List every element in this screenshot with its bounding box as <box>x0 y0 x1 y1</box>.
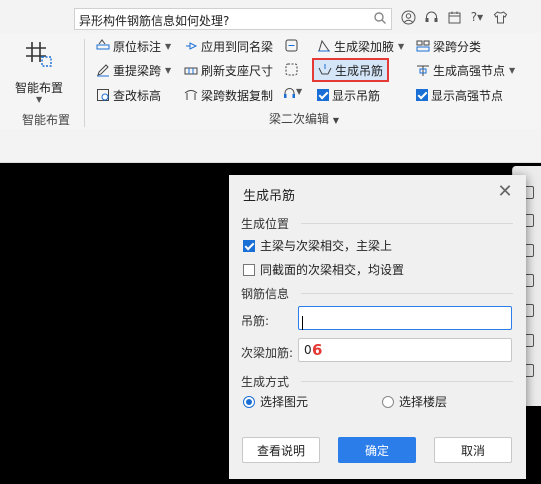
text-caret <box>302 316 303 330</box>
section-divider <box>301 293 513 294</box>
help-button[interactable]: 查看说明 <box>242 437 320 463</box>
span-classify-label: 梁跨分类 <box>433 39 482 54</box>
relift-span-button[interactable]: 重提梁跨 ▼ <box>96 60 171 80</box>
chevron-down-icon: ▼ <box>398 41 405 51</box>
refresh-icon <box>184 63 198 77</box>
close-icon[interactable]: ✕ <box>496 182 514 202</box>
apply-same-name-label: 应用到同名梁 <box>201 39 274 54</box>
opt-main-secondary[interactable]: 主梁与次梁相交，主梁上 <box>243 237 392 254</box>
refresh-support-label: 刷新支座尺寸 <box>201 63 274 78</box>
headset-tool-icon[interactable]: ▼ <box>283 87 302 103</box>
chevron-down-icon: ▼ <box>332 116 339 125</box>
show-high-node-label: 显示高强节点 <box>431 88 504 103</box>
help-search-text: 异形构件钢筋信息如何处理? <box>79 14 230 28</box>
section-divider <box>301 381 513 382</box>
elevation-icon <box>96 88 110 102</box>
show-hanger-toggle[interactable]: 显示吊筋 <box>317 85 380 105</box>
select-element-radio[interactable] <box>243 395 255 408</box>
apply-same-name-button[interactable]: 应用到同名梁 <box>184 36 273 56</box>
radio-select-element[interactable]: 选择图元 <box>243 393 308 410</box>
radio-select-element-label: 选择图元 <box>260 395 309 409</box>
ribbon-divider <box>84 39 85 127</box>
dotted-frame-icon[interactable] <box>285 63 298 79</box>
chevron-down-icon: ▼ <box>509 65 516 75</box>
title-bar: 异形构件钢筋信息如何处理? ?▾ <box>0 0 541 33</box>
search-icon[interactable] <box>373 11 387 28</box>
high-node-icon <box>416 63 430 77</box>
chevron-down-icon: ▼ <box>165 41 172 51</box>
secondary-rebar-input[interactable] <box>298 338 512 362</box>
main-secondary-checkbox[interactable] <box>243 239 255 252</box>
same-section-checkbox[interactable] <box>243 263 255 276</box>
user-icon[interactable] <box>400 9 416 25</box>
gen-hanger-dialog: 生成吊筋 ✕ 生成位置 主梁与次梁相交，主梁上 同截面的次梁相交，均设置 钢筋信… <box>229 175 526 479</box>
pencil-icon <box>96 63 110 77</box>
gen-hanger-label: 生成吊筋 <box>335 63 384 78</box>
section-divider <box>301 223 513 224</box>
ok-button[interactable]: 确定 <box>338 437 416 463</box>
help-dropdown-icon[interactable]: ?▾ <box>469 9 485 25</box>
position-section-title: 生成位置 <box>241 217 290 231</box>
smart-layout-button[interactable]: 智能布置 ▼ <box>8 35 70 105</box>
beam-secondary-edit-group-label: 梁二次编辑 ▼ <box>269 112 339 126</box>
copy-span-icon <box>184 88 198 102</box>
radio-select-floor-label: 选择楼层 <box>399 395 448 409</box>
headset-icon[interactable] <box>423 9 439 25</box>
smart-layout-label: 智能布置 <box>14 81 63 95</box>
smart-layout-icon <box>24 39 54 72</box>
opt-same-section[interactable]: 同截面的次梁相交，均设置 <box>243 261 404 278</box>
gen-haunch-button[interactable]: 生成梁加腋 ▼ <box>317 36 404 56</box>
show-high-node-toggle[interactable]: 显示高强节点 <box>416 85 503 105</box>
check-elevation-button[interactable]: 查改标高 <box>96 85 161 105</box>
hanger-field-label: 吊筋: <box>241 314 270 328</box>
smart-layout-group-label: 智能布置 <box>22 113 71 127</box>
secondary-field-label: 次梁加筋: <box>241 346 294 360</box>
radio-select-floor[interactable]: 选择楼层 <box>382 393 447 410</box>
calendar-icon[interactable] <box>446 9 462 25</box>
shirt-icon[interactable] <box>492 9 508 25</box>
red-annotation: 6 <box>312 341 323 359</box>
show-hanger-label: 显示吊筋 <box>332 88 381 103</box>
dialog-title: 生成吊筋 <box>243 189 296 204</box>
gen-high-node-button[interactable]: 生成高强节点 ▼ <box>416 60 515 80</box>
span-classify-button[interactable]: 梁跨分类 <box>416 36 481 56</box>
opt-same-section-label: 同截面的次梁相交，均设置 <box>260 263 405 277</box>
apply-icon <box>184 39 198 53</box>
classify-icon <box>416 39 430 53</box>
topbar-icons: ?▾ <box>400 9 508 25</box>
ribbon: 智能布置 ▼ 智能布置 原位标注 ▼ 重提梁跨 ▼ 查改标高 应用到同名梁 刷新支座… <box>0 33 541 130</box>
check-elevation-label: 查改标高 <box>113 88 162 103</box>
cancel-button[interactable]: 取消 <box>434 437 512 463</box>
help-search-box[interactable]: 异形构件钢筋信息如何处理? <box>74 8 392 30</box>
gen-hanger-button[interactable]: 生成吊筋 <box>311 58 390 82</box>
chevron-down-icon: ▼ <box>36 95 43 104</box>
rebar-section-title: 钢筋信息 <box>241 287 290 301</box>
toolbar-strip <box>0 129 541 163</box>
haunch-icon <box>317 39 331 53</box>
show-high-node-checkbox[interactable] <box>416 89 428 101</box>
span-copy-button[interactable]: 梁跨数据复制 <box>184 85 273 105</box>
show-hanger-checkbox[interactable] <box>317 89 329 101</box>
chevron-down-icon: ▼ <box>165 65 172 75</box>
refresh-support-button[interactable]: 刷新支座尺寸 <box>184 60 273 80</box>
opt-main-secondary-label: 主梁与次梁相交，主梁上 <box>260 239 393 253</box>
method-section-title: 生成方式 <box>241 375 290 389</box>
select-floor-radio[interactable] <box>382 395 394 408</box>
hanger-icon <box>318 63 332 77</box>
frame-icon[interactable] <box>285 39 298 55</box>
gen-haunch-label: 生成梁加腋 <box>334 39 395 54</box>
hanger-input[interactable] <box>298 306 512 330</box>
original-annotation-label: 原位标注 <box>113 39 162 54</box>
original-annotation-button[interactable]: 原位标注 ▼ <box>96 36 171 56</box>
relift-span-label: 重提梁跨 <box>113 63 162 78</box>
annotation-icon <box>96 39 110 53</box>
span-copy-label: 梁跨数据复制 <box>201 88 274 103</box>
gen-high-node-label: 生成高强节点 <box>433 63 506 78</box>
